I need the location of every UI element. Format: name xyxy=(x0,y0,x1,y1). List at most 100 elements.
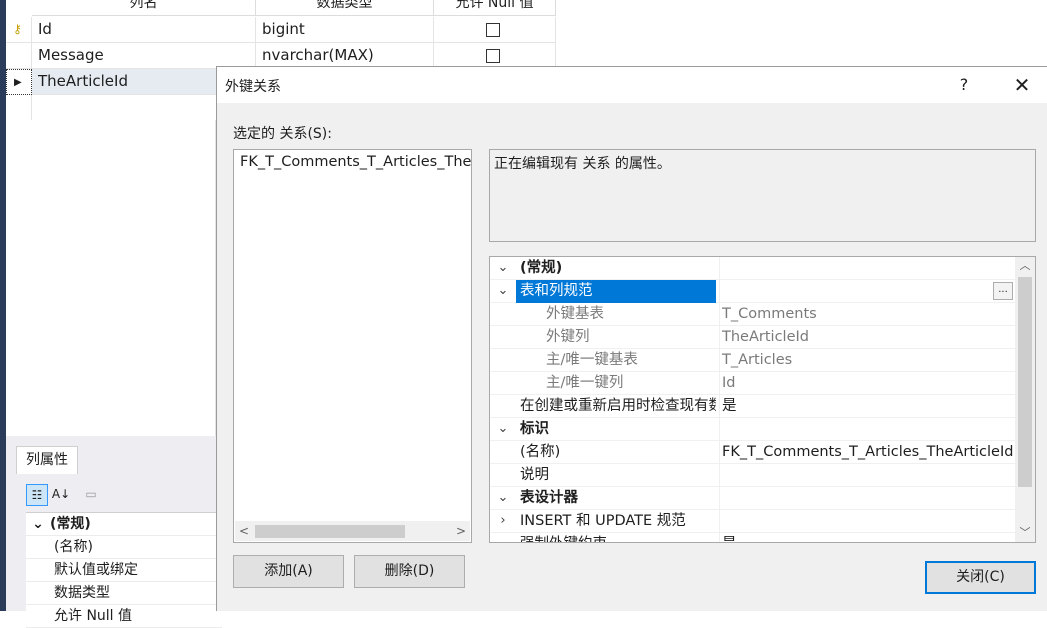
column-header-name[interactable]: 列名 xyxy=(32,0,256,16)
column-name-cell[interactable]: Id xyxy=(32,17,256,43)
property-value[interactable]: 是 xyxy=(719,533,1015,542)
scroll-down-icon[interactable]: ﹀ xyxy=(1015,524,1035,542)
property-name: (常规) xyxy=(520,260,563,276)
property-name: 表和列规范 xyxy=(516,280,716,303)
nullable-checkbox[interactable] xyxy=(486,23,500,37)
scroll-up-icon[interactable]: ︿ xyxy=(1015,257,1035,275)
property-row[interactable]: 主/唯一键基表 T_Articles xyxy=(490,349,1015,372)
property-name: 强制外键约束 xyxy=(516,533,716,542)
nullable-checkbox[interactable] xyxy=(486,49,500,63)
property-value[interactable]: 是 xyxy=(719,395,1015,418)
close-button[interactable]: 关闭(C) xyxy=(925,561,1036,594)
property-value[interactable] xyxy=(719,510,1015,533)
help-icon[interactable]: ? xyxy=(952,72,976,98)
property-value[interactable]: FK_T_Comments_T_Articles_TheArticleId xyxy=(719,441,1015,464)
property-row[interactable]: 允许 Null 值 xyxy=(26,605,222,628)
property-name: 主/唯一键列 xyxy=(546,375,624,391)
categorized-icon[interactable]: ☷ xyxy=(26,484,48,506)
property-row[interactable]: › INSERT 和 UPDATE 规范 xyxy=(490,510,1015,533)
chevron-down-icon[interactable]: ⌄ xyxy=(492,418,514,441)
property-row[interactable]: 强制外键约束是 xyxy=(490,533,1015,542)
properties-toolbar: ☷ A↓ ▭ xyxy=(22,480,222,510)
property-row[interactable]: 默认值或绑定 xyxy=(26,559,222,582)
table-row[interactable]: ⚷ Id bigint xyxy=(6,17,556,43)
ellipsis-button[interactable]: ... xyxy=(993,282,1013,300)
selected-relationship-label: 选定的 关系(S): xyxy=(233,126,332,142)
property-name: 外键基表 xyxy=(546,306,604,322)
description-box: 正在编辑现有 关系 的属性。 xyxy=(489,149,1036,242)
property-category-row[interactable]: ⌄ 表设计器 xyxy=(490,487,1015,510)
property-value[interactable] xyxy=(719,464,1015,487)
horizontal-scrollbar[interactable]: < > xyxy=(235,521,470,541)
property-row[interactable]: (名称) xyxy=(26,536,222,559)
property-category-row[interactable]: ⌄ 标识 xyxy=(490,418,1015,441)
foreign-key-relationships-dialog: 外键关系 ? ✕ 选定的 关系(S): FK_T_Comments_T_Arti… xyxy=(216,66,1047,611)
chevron-down-icon[interactable]: ⌄ xyxy=(26,513,50,535)
property-row[interactable]: 外键列 TheArticleId xyxy=(490,326,1015,349)
chevron-right-icon[interactable]: › xyxy=(492,510,514,533)
property-name: 标识 xyxy=(520,421,549,437)
list-item[interactable]: FK_T_Comments_T_Articles_TheArticleId xyxy=(240,154,471,170)
property-row[interactable]: 在创建或重新启用时检查现有数据是 xyxy=(490,395,1015,418)
property-value[interactable] xyxy=(719,487,1015,510)
property-value[interactable]: T_Articles xyxy=(719,349,1015,372)
alphabetical-sort-icon[interactable]: A↓ xyxy=(50,484,72,506)
add-button[interactable]: 添加(A) xyxy=(233,555,344,588)
dialog-titlebar: 外键关系 ? ✕ xyxy=(217,67,1047,103)
scroll-right-icon[interactable]: > xyxy=(452,522,470,540)
nullable-cell[interactable] xyxy=(434,17,556,43)
row-selector[interactable] xyxy=(6,43,32,69)
data-type-cell[interactable]: bigint xyxy=(256,17,434,43)
property-row[interactable]: 外键基表 T_Comments xyxy=(490,303,1015,326)
property-row[interactable]: (名称) FK_T_Comments_T_Articles_TheArticleI… xyxy=(490,441,1015,464)
vertical-scrollbar[interactable]: ︿ ﹀ xyxy=(1015,257,1035,542)
tab-column-properties[interactable]: 列属性 xyxy=(16,446,78,474)
property-row[interactable]: ⌄ (常规) xyxy=(26,513,222,536)
property-row[interactable]: 主/唯一键列 Id xyxy=(490,372,1015,395)
chevron-down-icon[interactable]: ⌄ xyxy=(492,257,514,280)
property-name: (名称) xyxy=(520,444,561,460)
property-name: 主/唯一键基表 xyxy=(546,352,638,368)
column-properties-grid: ⌄ (常规) (名称) 默认值或绑定 数据类型 允许 Null 值 xyxy=(26,512,222,628)
property-name: 在创建或重新启用时检查现有数据 xyxy=(520,398,716,414)
scrollbar-thumb[interactable] xyxy=(1018,277,1032,487)
row-selector[interactable] xyxy=(6,95,32,121)
property-value[interactable] xyxy=(719,257,1015,280)
property-value[interactable]: ... xyxy=(719,280,1015,303)
dialog-title: 外键关系 xyxy=(225,79,281,95)
scroll-left-icon[interactable]: < xyxy=(235,522,253,540)
relationship-property-grid: ⌄ (常规) ⌄ 表和列规范... 外键基表 T_Comments 外键列 TheArticl… xyxy=(489,256,1036,543)
property-row[interactable]: 数据类型 xyxy=(26,582,222,605)
property-category-row[interactable]: ⌄ (常规) xyxy=(490,257,1015,280)
close-icon[interactable]: ✕ xyxy=(1007,71,1037,99)
property-name: 表设计器 xyxy=(520,490,578,506)
property-value[interactable]: T_Comments xyxy=(719,303,1015,326)
property-name: 说明 xyxy=(520,467,549,483)
scrollbar-thumb[interactable] xyxy=(255,525,405,538)
chevron-down-icon[interactable]: ⌄ xyxy=(492,280,514,303)
column-header-type[interactable]: 数据类型 xyxy=(256,0,434,16)
property-value[interactable]: Id xyxy=(719,372,1015,395)
property-name: 外键列 xyxy=(546,329,590,345)
delete-button[interactable]: 删除(D) xyxy=(354,555,465,588)
property-row[interactable]: 说明 xyxy=(490,464,1015,487)
column-header-nullable[interactable]: 允许 Null 值 xyxy=(434,0,556,16)
property-value[interactable]: TheArticleId xyxy=(719,326,1015,349)
chevron-down-icon[interactable]: ⌄ xyxy=(492,487,514,510)
primary-key-icon: ⚷ xyxy=(6,17,32,43)
grid-empty-area xyxy=(6,120,216,436)
property-value[interactable] xyxy=(719,418,1015,441)
relationship-list[interactable]: FK_T_Comments_T_Articles_TheArticleId < … xyxy=(233,149,472,543)
property-pages-icon[interactable]: ▭ xyxy=(80,484,102,506)
column-properties-panel: 列属性 ☷ A↓ ▭ ⌄ (常规) (名称) 默认值或绑定 数据类型 允许 Nul… xyxy=(6,436,222,628)
current-row-arrow-icon[interactable]: ▶ xyxy=(6,69,32,95)
property-row[interactable]: ⌄ 表和列规范... xyxy=(490,280,1015,303)
